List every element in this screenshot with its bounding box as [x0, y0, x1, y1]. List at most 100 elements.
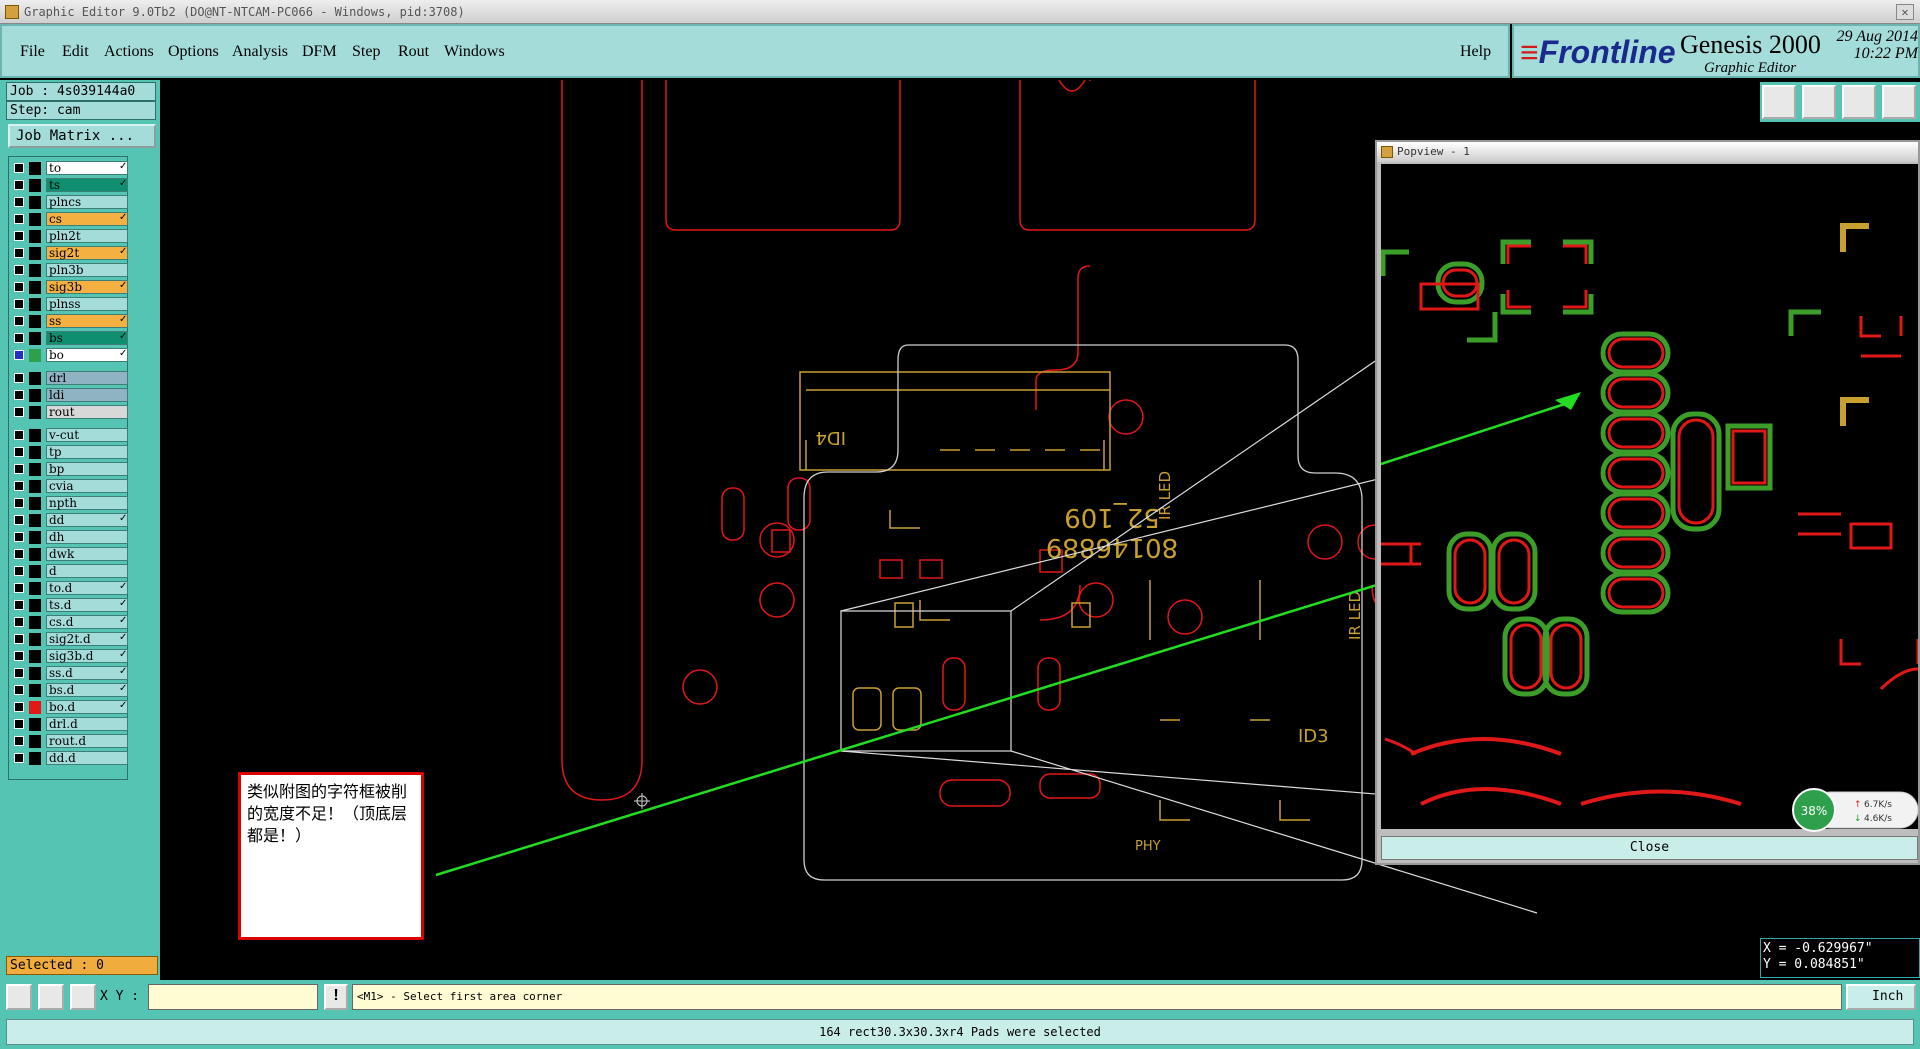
layer-color-swatch[interactable] [29, 701, 41, 714]
layer-checkbox[interactable] [14, 299, 24, 309]
layer-name[interactable]: pln3b [46, 263, 128, 277]
layer-name[interactable]: cs.d [46, 615, 128, 629]
layer-color-swatch[interactable] [29, 446, 41, 459]
layer-checkbox[interactable] [14, 515, 24, 525]
layer-row-cvia[interactable]: cvia [11, 479, 128, 494]
layer-row-sig2t-d[interactable]: sig2t.d ✓ [11, 632, 128, 647]
layer-color-swatch[interactable] [29, 349, 41, 362]
layer-name[interactable]: sig2t.d [46, 632, 128, 646]
layer-name[interactable]: dh [46, 530, 128, 544]
layer-checkbox[interactable] [14, 214, 24, 224]
menu-file[interactable]: File [20, 43, 45, 61]
layer-row-bo[interactable]: bo ✓ [11, 348, 128, 363]
layer-checkbox[interactable] [14, 481, 24, 491]
unit-selector[interactable]: Inch [1846, 984, 1916, 1010]
close-icon[interactable]: ✕ [1896, 4, 1914, 20]
layer-checkbox[interactable] [14, 668, 24, 678]
layer-checkbox[interactable] [14, 447, 24, 457]
snap-icon[interactable] [6, 984, 32, 1010]
layer-checkbox[interactable] [14, 350, 24, 360]
layer-name[interactable]: drl [46, 371, 128, 385]
layer-name[interactable]: rout [46, 405, 128, 419]
layer-row-drl[interactable]: drl [11, 371, 128, 386]
layer-checkbox[interactable] [14, 566, 24, 576]
menu-step[interactable]: Step [352, 43, 380, 61]
layer-row-cs-d[interactable]: cs.d ✓ [11, 615, 128, 630]
layer-name[interactable]: sig3b.d [46, 649, 128, 663]
layer-color-swatch[interactable] [29, 531, 41, 544]
layer-name[interactable]: plncs [46, 195, 128, 209]
layer-checkbox[interactable] [14, 736, 24, 746]
grid-icon[interactable] [1882, 85, 1916, 119]
layer-checkbox[interactable] [14, 390, 24, 400]
zoom-in-icon[interactable] [1802, 85, 1836, 119]
layer-color-swatch[interactable] [29, 650, 41, 663]
layer-color-swatch[interactable] [29, 281, 41, 294]
home-icon[interactable] [1842, 85, 1876, 119]
layer-color-swatch[interactable] [29, 332, 41, 345]
layer-row-cs[interactable]: cs ✓ [11, 212, 128, 227]
layer-checkbox[interactable] [14, 373, 24, 383]
popview-canvas[interactable] [1381, 164, 1918, 829]
layer-row-ss[interactable]: ss ✓ [11, 314, 128, 329]
layer-name[interactable]: d [46, 564, 128, 578]
layer-color-swatch[interactable] [29, 480, 41, 493]
layer-checkbox[interactable] [14, 231, 24, 241]
layer-name[interactable]: sig2t [46, 246, 128, 260]
layer-checkbox[interactable] [14, 464, 24, 474]
layer-color-swatch[interactable] [29, 718, 41, 731]
layer-name[interactable]: ldi [46, 388, 128, 402]
layer-checkbox[interactable] [14, 583, 24, 593]
layer-name[interactable]: ss [46, 314, 128, 328]
layer-row-to-d[interactable]: to.d ✓ [11, 581, 128, 596]
layer-row-plncs[interactable]: plncs [11, 195, 128, 210]
layer-color-swatch[interactable] [29, 633, 41, 646]
menu-rout[interactable]: Rout [398, 43, 429, 61]
layer-row-npth[interactable]: npth [11, 496, 128, 511]
layer-row-bs[interactable]: bs ✓ [11, 331, 128, 346]
layer-color-swatch[interactable] [29, 247, 41, 260]
menu-edit[interactable]: Edit [62, 43, 89, 61]
layer-name[interactable]: v-cut [46, 428, 128, 442]
layer-name[interactable]: dd [46, 513, 128, 527]
warning-button[interactable]: ! [324, 984, 348, 1010]
layer-row-sig3b-d[interactable]: sig3b.d ✓ [11, 649, 128, 664]
layer-name[interactable]: rout.d [46, 734, 128, 748]
layer-color-swatch[interactable] [29, 463, 41, 476]
layer-name[interactable]: dd.d [46, 751, 128, 765]
layer-color-swatch[interactable] [29, 599, 41, 612]
layer-name[interactable]: to [46, 161, 128, 175]
layer-row-plnss[interactable]: plnss [11, 297, 128, 312]
layer-color-swatch[interactable] [29, 406, 41, 419]
menu-options[interactable]: Options [168, 43, 219, 61]
layer-color-swatch[interactable] [29, 162, 41, 175]
layer-name[interactable]: bp [46, 462, 128, 476]
layer-name[interactable]: npth [46, 496, 128, 510]
zoom-home-icon[interactable] [1762, 85, 1796, 119]
layer-checkbox[interactable] [14, 180, 24, 190]
layer-row-ldi[interactable]: ldi [11, 388, 128, 403]
layer-row-rout-d[interactable]: rout.d [11, 734, 128, 749]
layer-checkbox[interactable] [14, 532, 24, 542]
layer-row-tp[interactable]: tp [11, 445, 128, 460]
measure-icon[interactable] [38, 984, 64, 1010]
layer-row-pln3b[interactable]: pln3b [11, 263, 128, 278]
layer-checkbox[interactable] [14, 617, 24, 627]
popview-close-button[interactable]: Close [1381, 836, 1918, 860]
menu-dfm[interactable]: DFM [302, 43, 337, 61]
layer-checkbox[interactable] [14, 163, 24, 173]
layer-checkbox[interactable] [14, 197, 24, 207]
layer-checkbox[interactable] [14, 719, 24, 729]
layer-row-bs-d[interactable]: bs.d ✓ [11, 683, 128, 698]
layer-name[interactable]: cs [46, 212, 128, 226]
layer-color-swatch[interactable] [29, 179, 41, 192]
layer-color-swatch[interactable] [29, 497, 41, 510]
grid-snap-icon[interactable] [70, 984, 96, 1010]
layer-row-dd-d[interactable]: dd.d [11, 751, 128, 766]
layer-name[interactable]: pln2t [46, 229, 128, 243]
layer-color-swatch[interactable] [29, 616, 41, 629]
layer-row-pln2t[interactable]: pln2t [11, 229, 128, 244]
layer-checkbox[interactable] [14, 265, 24, 275]
layer-row-dwk[interactable]: dwk [11, 547, 128, 562]
layer-color-swatch[interactable] [29, 213, 41, 226]
